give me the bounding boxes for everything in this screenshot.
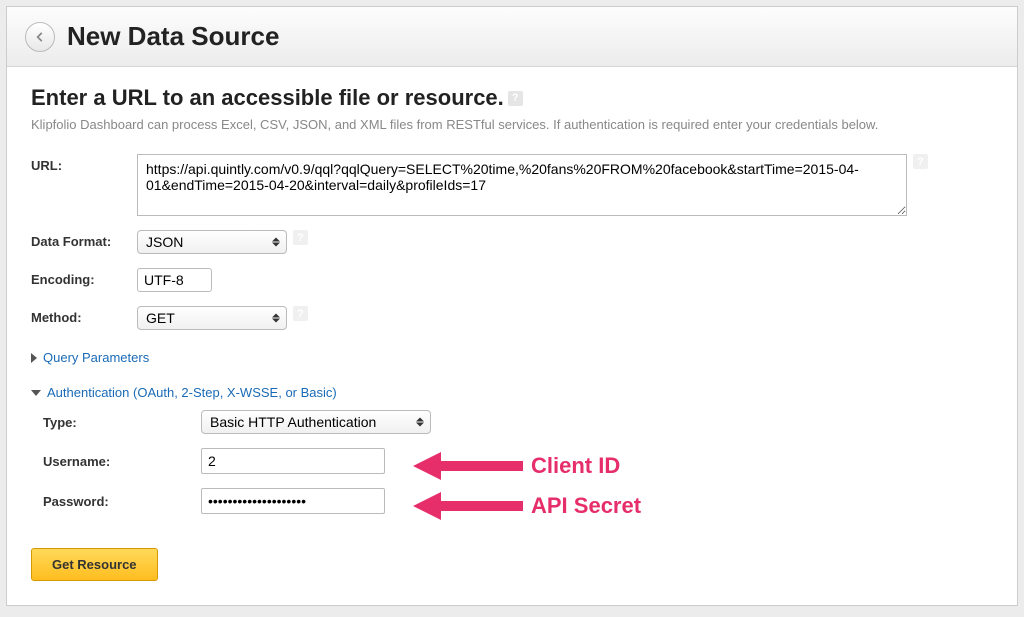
method-row: Method: GET ? <box>31 306 993 330</box>
username-label: Username: <box>43 454 201 469</box>
username-row: Username: <box>43 448 993 474</box>
method-label: Method: <box>31 306 137 325</box>
chevron-down-icon <box>31 390 41 396</box>
help-icon[interactable]: ? <box>293 230 308 245</box>
auth-type-select[interactable]: Basic HTTP Authentication <box>201 410 431 434</box>
encoding-row: Encoding: <box>31 268 993 292</box>
get-resource-button[interactable]: Get Resource <box>31 548 158 581</box>
data-format-select[interactable]: JSON <box>137 230 287 254</box>
back-button[interactable] <box>25 22 55 52</box>
encoding-label: Encoding: <box>31 268 137 287</box>
help-icon[interactable]: ? <box>293 306 308 321</box>
encoding-input[interactable] <box>137 268 212 292</box>
page-title: New Data Source <box>67 21 279 52</box>
query-parameters-label: Query Parameters <box>43 350 149 365</box>
authentication-section: Type: Basic HTTP Authentication Username… <box>43 410 993 514</box>
authentication-toggle[interactable]: Authentication (OAuth, 2-Step, X-WSSE, o… <box>31 385 993 400</box>
section-subtitle: Klipfolio Dashboard can process Excel, C… <box>31 117 993 132</box>
authentication-label: Authentication (OAuth, 2-Step, X-WSSE, o… <box>47 385 337 400</box>
password-input[interactable] <box>201 488 385 514</box>
auth-type-row: Type: Basic HTTP Authentication <box>43 410 993 434</box>
help-icon[interactable]: ? <box>913 154 928 169</box>
username-input[interactable] <box>201 448 385 474</box>
url-input[interactable] <box>137 154 907 216</box>
section-heading-text: Enter a URL to an accessible file or res… <box>31 85 504 111</box>
password-label: Password: <box>43 494 201 509</box>
url-row: URL: ? <box>31 154 993 216</box>
header-bar: New Data Source <box>7 7 1017 67</box>
password-row: Password: <box>43 488 993 514</box>
chevron-right-icon <box>31 353 37 363</box>
method-select[interactable]: GET <box>137 306 287 330</box>
data-format-row: Data Format: JSON ? <box>31 230 993 254</box>
query-parameters-toggle[interactable]: Query Parameters <box>31 350 993 365</box>
auth-type-label: Type: <box>43 415 201 430</box>
data-format-label: Data Format: <box>31 230 137 249</box>
url-label: URL: <box>31 154 137 173</box>
back-arrow-icon <box>33 30 47 44</box>
help-icon[interactable]: ? <box>508 91 523 106</box>
section-heading: Enter a URL to an accessible file or res… <box>31 85 993 111</box>
content-area: Enter a URL to an accessible file or res… <box>7 67 1017 605</box>
main-panel: New Data Source Enter a URL to an access… <box>6 6 1018 606</box>
